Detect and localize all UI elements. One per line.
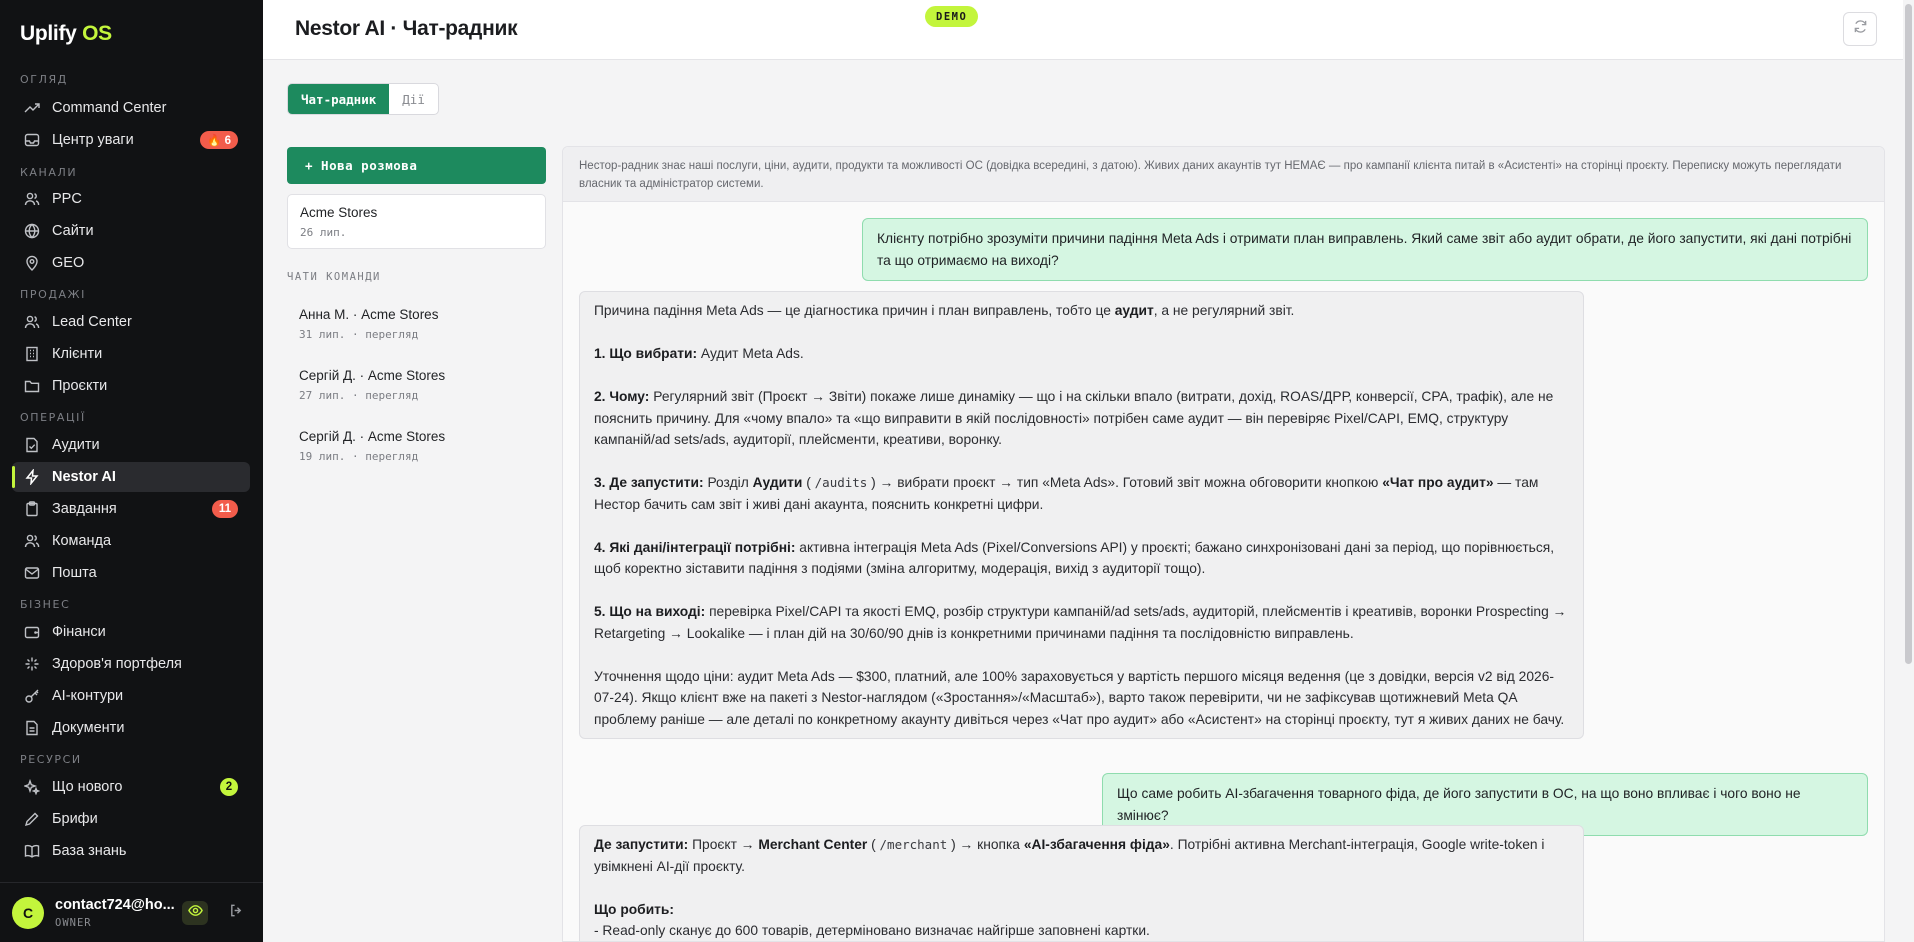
sidebar-item-finance[interactable]: Фінанси [12,617,250,647]
assistant-message: Причина падіння Meta Ads — це діагностик… [579,291,1584,739]
page-title: Nestor AI · Чат-радник [295,17,518,40]
sidebar-item-team[interactable]: Команда [12,526,250,556]
chat-date: 26 лип. [300,226,347,239]
team-chat-item[interactable]: Сергій Д. · Acme Stores 19 лип. · перегл… [287,424,546,476]
eye-icon [187,903,203,923]
inbox-icon [24,132,40,148]
nav-section-operations: ОПЕРАЦІЇ [20,411,86,424]
sidebar-item-portfolio-health[interactable]: Здоров'я портфеля [12,649,250,679]
tab-actions[interactable]: Дії [389,84,438,114]
map-pin-icon [24,255,40,271]
refresh-icon [1853,19,1868,39]
sidebar-item-sites[interactable]: Сайти [12,216,250,246]
sidebar-item-ai-contours[interactable]: AI-контури [12,681,250,711]
mode-tabs: Чат-радник Дії [287,83,439,115]
sidebar-item-projects[interactable]: Проєкти [12,371,250,401]
account-role: OWNER [55,917,92,929]
team-chat-item[interactable]: Сергій Д. · Acme Stores 27 лип. · перегл… [287,363,546,415]
sidebar-item-lead-center[interactable]: Lead Center [12,307,250,337]
users-icon [24,191,40,207]
document-icon [24,720,40,736]
tasks-count-badge: 11 [211,500,238,518]
refresh-button[interactable] [1843,12,1877,46]
demo-badge: DEMO [925,6,979,27]
new-chat-button[interactable]: + Нова розмова [287,147,546,184]
clipboard-icon [24,501,40,517]
sidebar-item-audits[interactable]: Аудити [12,430,250,460]
view-mode-button[interactable] [182,901,208,925]
users-icon [24,314,40,330]
sidebar-item-documents[interactable]: Документи [12,713,250,743]
whats-new-count-badge: 2 [220,778,238,796]
chat-date: 31 лип. · перегляд [299,328,419,341]
route-code: /merchant [879,837,948,852]
scrollbar-thumb[interactable] [1905,4,1912,664]
route-code: /audits [814,475,868,490]
sidebar-item-whats-new[interactable]: Що нового 2 [12,772,250,802]
building-icon [24,346,40,362]
chat-list-item[interactable]: Acme Stores 26 лип. [287,194,546,249]
key-icon [24,688,40,704]
header: Nestor AI · Чат-радник DEMO [263,0,1914,60]
team-chat-item[interactable]: Анна М. · Acme Stores 31 лип. · перегляд [287,302,546,354]
sidebar-item-command-center[interactable]: Command Center [12,93,250,123]
sidebar-item-tasks[interactable]: Завдання 11 [12,494,250,524]
folder-icon [24,378,40,394]
account-footer: C contact724@ho... OWNER [0,882,263,942]
assistant-message: Де запустити: Проєкт → Merchant Center (… [579,825,1584,941]
chat-date: 27 лип. · перегляд [299,389,419,402]
account-email: contact724@ho... [55,897,175,913]
chat-title: Acme Stores [300,205,378,220]
attention-count-badge: 🔥 6 [200,131,238,149]
book-icon [24,843,40,859]
sidebar-item-ppc[interactable]: PPC [12,184,250,214]
nav-section-sales: ПРОДАЖІ [20,288,86,301]
bolt-icon [24,469,40,485]
sparkles-icon [24,779,40,795]
nav-section-overview: ОГЛЯД [20,73,68,86]
sidebar-item-clients[interactable]: Клієнти [12,339,250,369]
nav-section-channels: КАНАЛИ [20,166,78,179]
page-scrollbar[interactable] [1903,0,1914,942]
edit-icon [24,811,40,827]
trending-up-icon [24,100,40,116]
sidebar-item-mail[interactable]: Пошта [12,558,250,588]
wallet-icon [24,624,40,640]
sidebar: Uplify OS ОГЛЯД Command Center Центр ува… [0,0,263,942]
brand-logo[interactable]: Uplify OS [20,22,112,46]
chat-title: Сергій Д. · Acme Stores [299,429,446,444]
file-check-icon [24,437,40,453]
logout-icon [229,903,244,923]
chat-panel: Нестор-радник знає наші послуги, ціни, а… [562,146,1885,942]
avatar[interactable]: C [12,897,44,929]
advisor-notice: Нестор-радник знає наші послуги, ціни, а… [563,147,1884,202]
user-message: Клієнту потрібно зрозуміти причини падін… [862,218,1868,281]
chat-date: 19 лип. · перегляд [299,450,419,463]
team-chats-heading: ЧАТИ КОМАНДИ [287,271,381,283]
logout-button[interactable] [224,901,248,925]
globe-icon [24,223,40,239]
sidebar-item-geo[interactable]: GEO [12,248,250,278]
chat-title: Сергій Д. · Acme Stores [299,368,446,383]
users-icon [24,533,40,549]
chat-title: Анна М. · Acme Stores [299,307,439,322]
sidebar-item-briefs[interactable]: Брифи [12,804,250,834]
nav-section-resources: РЕСУРСИ [20,753,82,766]
nav-section-business: БІЗНЕС [20,598,71,611]
sparkle-icon [24,656,40,672]
sidebar-item-nestor-ai[interactable]: Nestor AI [12,462,250,492]
tab-chat-advisor[interactable]: Чат-радник [288,84,390,114]
sidebar-item-knowledge-base[interactable]: База знань [12,836,250,866]
mail-icon [24,565,40,581]
sidebar-item-attention-center[interactable]: Центр уваги 🔥 6 [12,125,250,155]
